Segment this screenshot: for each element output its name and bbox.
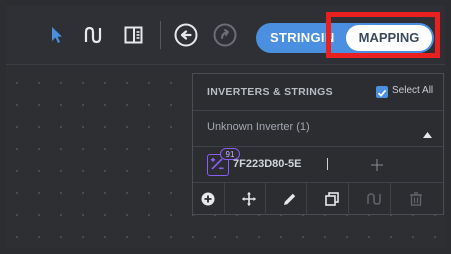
stringing-mode-button[interactable]: STRINGIN: [270, 23, 335, 53]
copy-icon: [325, 192, 339, 206]
delete-button[interactable]: [401, 183, 432, 215]
map-canvas[interactable]: STRINGIN MAPPING INVERTERS & STRINGS Sel…: [6, 6, 445, 248]
text-cursor: [327, 158, 328, 170]
toolbar-divider: [160, 21, 161, 49]
mapping-highlight-box: [326, 12, 440, 58]
panel-title: INVERTERS & STRINGS: [207, 86, 333, 98]
add-icon: [201, 192, 215, 206]
undo-icon[interactable]: [174, 23, 198, 52]
move-icon: [242, 192, 256, 206]
inverter-group-row[interactable]: Unknown Inverter (1): [193, 110, 443, 147]
string-path-icon[interactable]: [84, 26, 104, 49]
cursor-icon[interactable]: [50, 26, 64, 49]
add-button[interactable]: [193, 183, 225, 215]
inverters-strings-panel: INVERTERS & STRINGS Select All Unknown I…: [192, 73, 444, 215]
select-all-checkbox[interactable]: [376, 86, 388, 98]
panel-action-bar: [193, 182, 443, 215]
stringing-button[interactable]: [359, 183, 391, 215]
string-id-label[interactable]: 7F223D80-5E: [233, 158, 302, 170]
inverter-group-label: Unknown Inverter (1): [207, 121, 310, 133]
top-toolbar: STRINGIN MAPPING: [6, 6, 445, 65]
edit-button[interactable]: [275, 183, 307, 215]
edit-icon: [284, 193, 296, 205]
stringing-icon: [367, 193, 381, 205]
check-icon: [377, 89, 387, 97]
select-all-label[interactable]: Select All: [392, 85, 433, 96]
move-button[interactable]: [234, 183, 266, 215]
delete-icon: [410, 192, 422, 206]
panel-header: INVERTERS & STRINGS Select All: [193, 74, 443, 111]
chevron-up-icon[interactable]: [423, 125, 432, 143]
string-row[interactable]: 91 7F223D80-5E: [193, 146, 443, 182]
redo-icon[interactable]: [213, 23, 237, 52]
panel-layout-icon[interactable]: [124, 26, 144, 49]
copy-button[interactable]: [317, 183, 349, 215]
crosshair-icon[interactable]: [371, 158, 383, 176]
